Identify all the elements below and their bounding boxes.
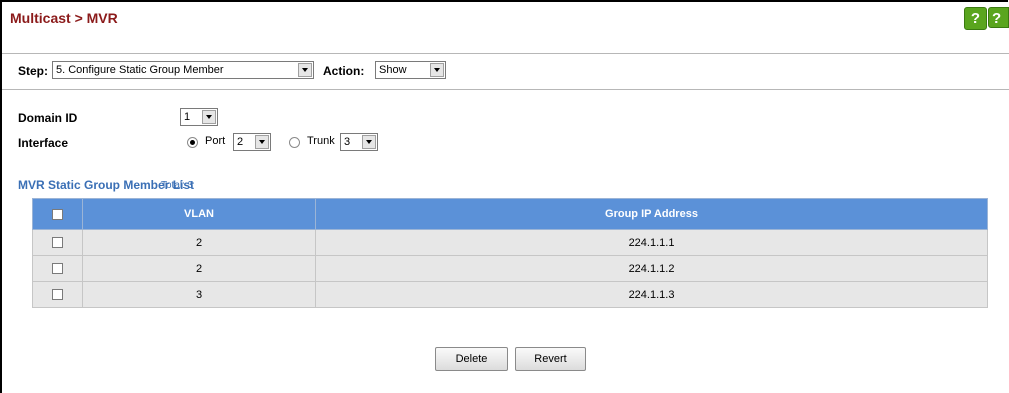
chevron-down-icon	[362, 135, 376, 149]
group-ip-cell: 224.1.1.1	[315, 229, 988, 256]
page-title: Multicast > MVR	[10, 10, 118, 26]
table-header-row: VLAN Group IP Address	[32, 198, 988, 230]
row-checkbox[interactable]	[52, 263, 63, 275]
action-label: Action:	[323, 64, 365, 78]
divider	[2, 89, 1009, 90]
port-radio[interactable]	[187, 137, 198, 148]
help-icon-secondary[interactable]: ?	[988, 7, 1009, 28]
chevron-down-icon	[298, 63, 312, 77]
step-select-value: 5. Configure Static Group Member	[56, 64, 224, 76]
vlan-header: VLAN	[82, 198, 316, 230]
row-checkbox[interactable]	[52, 289, 63, 301]
vlan-cell: 3	[82, 281, 316, 308]
trunk-select[interactable]: 3	[340, 133, 378, 151]
group-ip-header: Group IP Address	[315, 198, 988, 230]
group-ip-cell: 224.1.1.2	[315, 255, 988, 282]
help-icon[interactable]: ?	[964, 7, 987, 30]
table-row: 2 224.1.1.2	[32, 255, 988, 282]
chevron-down-icon	[430, 63, 444, 77]
action-select[interactable]: Show	[375, 61, 446, 79]
chevron-down-icon	[255, 135, 269, 149]
trunk-radio[interactable]	[289, 137, 300, 148]
table-row: 3 224.1.1.3	[32, 281, 988, 308]
domain-id-value: 1	[184, 111, 191, 123]
row-checkbox-cell	[32, 229, 83, 256]
row-checkbox[interactable]	[52, 237, 63, 249]
vlan-cell: 2	[82, 229, 316, 256]
delete-button[interactable]: Delete	[435, 347, 508, 371]
trunk-radio-label: Trunk	[307, 135, 335, 147]
row-checkbox-cell	[32, 255, 83, 282]
interface-label: Interface	[18, 136, 69, 150]
port-select-value: 2	[237, 136, 244, 148]
revert-button[interactable]: Revert	[515, 347, 586, 371]
select-all-cell	[32, 198, 83, 230]
select-all-checkbox[interactable]	[52, 208, 63, 220]
step-label: Step:	[18, 64, 48, 78]
port-radio-label: Port	[205, 135, 226, 147]
domain-id-select[interactable]: 1	[180, 108, 218, 126]
action-select-value: Show	[379, 64, 407, 76]
row-checkbox-cell	[32, 281, 83, 308]
trunk-select-value: 3	[344, 136, 351, 148]
vlan-cell: 2	[82, 255, 316, 282]
port-select[interactable]: 2	[233, 133, 271, 151]
domain-id-label: Domain ID	[18, 111, 78, 125]
step-select[interactable]: 5. Configure Static Group Member	[52, 61, 314, 79]
chevron-down-icon	[202, 110, 216, 124]
table-row: 2 224.1.1.1	[32, 229, 988, 256]
list-total: Total: 3	[161, 180, 194, 191]
group-ip-cell: 224.1.1.3	[315, 281, 988, 308]
page-frame	[0, 0, 1008, 393]
member-table: VLAN Group IP Address 2 224.1.1.1 2 224.…	[32, 198, 988, 308]
divider	[2, 53, 1009, 54]
